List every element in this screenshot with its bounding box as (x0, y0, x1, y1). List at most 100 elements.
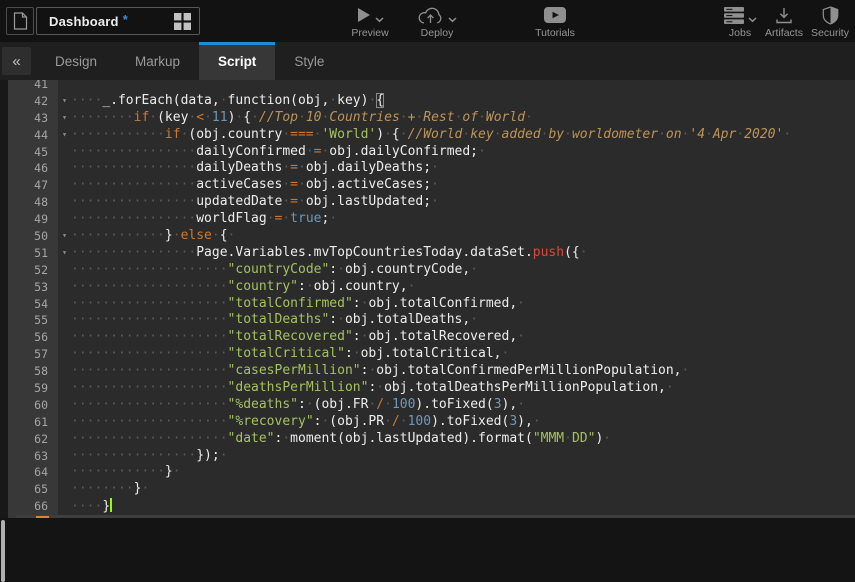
code-text[interactable] (71, 80, 855, 93)
line-number: 64 (8, 464, 58, 481)
fold-arrow-icon[interactable]: ▾ (58, 228, 71, 245)
code-line[interactable]: 50▾············}·else·{· (8, 228, 855, 245)
line-number: 66 (8, 498, 58, 515)
code-line[interactable]: 63················});· (8, 448, 855, 465)
code-text[interactable]: ················dailyDeaths·=·obj.dailyD… (71, 160, 855, 177)
line-number: 61 (8, 414, 58, 431)
code-line[interactable]: 53····················"country":·obj.cou… (8, 279, 855, 296)
code-text[interactable]: ····················"country":·obj.count… (71, 279, 855, 296)
code-line[interactable]: 43▾········if·(key·<·11)·{·//Top·10·Coun… (8, 110, 855, 127)
code-line[interactable]: 45················dailyConfirmed·=·obj.d… (8, 144, 855, 161)
code-text[interactable]: ····················"%recovery":·(obj.PR… (71, 414, 855, 431)
code-line[interactable]: 66 ····} (8, 498, 855, 515)
fold-gutter (58, 144, 71, 161)
code-line[interactable]: 41 (8, 80, 855, 93)
code-line[interactable]: 58····················"casesPerMillion":… (8, 363, 855, 380)
line-number: 46 (8, 160, 58, 177)
code-text[interactable]: ····················"%deaths":·(obj.FR·/… (71, 397, 855, 414)
code-line[interactable]: 48 ················updatedDate·=·obj.last… (8, 194, 855, 211)
code-text[interactable]: ····················"date":·moment(obj.l… (71, 431, 855, 448)
tab-design[interactable]: Design (36, 42, 116, 80)
toolbar-deploy-button[interactable]: Deploy (407, 4, 467, 39)
toolbar-label: Deploy (421, 27, 454, 39)
code-text[interactable]: ················});· (71, 448, 855, 465)
code-line[interactable]: 64 ············}· (8, 464, 855, 481)
code-line[interactable]: 56····················"totalRecovered":·… (8, 329, 855, 346)
code-line[interactable]: 59····················"deathsPerMillion"… (8, 380, 855, 397)
fold-arrow-icon[interactable]: ▾ (58, 127, 71, 144)
toolbar-tutorials-button[interactable]: Tutorials (527, 4, 583, 39)
fold-gutter (58, 346, 71, 363)
code-text[interactable]: ····················"totalDeaths":·obj.t… (71, 312, 855, 329)
unsaved-marker: * (123, 12, 128, 27)
code-line[interactable]: 54····················"totalConfirmed":·… (8, 296, 855, 313)
code-text[interactable]: ········}· (71, 481, 855, 498)
code-line[interactable]: 49 ················worldFlag·=·true;· (8, 211, 855, 228)
cloud-upload-icon (417, 6, 444, 25)
code-line[interactable]: 47················activeCases·=·obj.acti… (8, 177, 855, 194)
dashboard-page-tab[interactable]: Dashboard * (36, 7, 200, 35)
toolbar-label: Artifacts (765, 27, 803, 39)
script-editor[interactable]: 4142▾····_.forEach(data,·function(obj,·k… (8, 80, 855, 518)
app-header: Dashboard * Preview Deploy Tutorials Jobs Ar… (0, 0, 855, 42)
new-file-button[interactable] (6, 7, 34, 35)
code-text[interactable]: ····················"casesPerMillion":·o… (71, 363, 855, 380)
code-text[interactable]: ············if·(obj.country·===·'World')… (71, 127, 855, 144)
toolbar-preview-button[interactable]: Preview (341, 4, 399, 39)
left-scrollbar-thumb[interactable] (1, 520, 5, 582)
code-text[interactable]: ····················"totalCritical":·obj… (71, 346, 855, 363)
toolbar-label: Security (811, 27, 849, 39)
server-icon (724, 7, 744, 24)
fold-gutter (58, 177, 71, 194)
code-text[interactable]: ················updatedDate·=·obj.lastUp… (71, 194, 855, 211)
code-text[interactable]: ····_.forEach(data,·function(obj,·key)·{ (71, 93, 855, 110)
code-line[interactable]: 60····················"%deaths":·(obj.FR… (8, 397, 855, 414)
code-text[interactable]: ············}·else·{· (71, 228, 855, 245)
line-number: 62 (8, 431, 58, 448)
code-line[interactable]: 52····················"countryCode":·obj… (8, 262, 855, 279)
line-number: 41 (8, 80, 58, 93)
code-text[interactable]: ················dailyConfirmed·=·obj.dai… (71, 144, 855, 161)
code-line[interactable]: 51▾················Page.Variables.mvTopC… (8, 245, 855, 262)
code-line[interactable]: 61 ····················"%recovery":·(obj.… (8, 414, 855, 431)
collapse-panel-button[interactable]: « (2, 47, 31, 75)
line-number: 49 (8, 211, 58, 228)
fold-arrow-icon[interactable]: ▾ (58, 245, 71, 262)
code-text[interactable]: ········if·(key·<·11)·{·//Top·10·Countri… (71, 110, 855, 127)
code-line[interactable]: 62 ····················"date":·moment(obj… (8, 431, 855, 448)
chevron-down-icon[interactable] (375, 17, 384, 23)
fold-gutter (58, 498, 71, 515)
code-text[interactable]: ····················"totalRecovered":·ob… (71, 329, 855, 346)
toolbar-label: Preview (351, 27, 388, 39)
text-cursor (110, 498, 112, 512)
code-text[interactable]: ············}· (71, 464, 855, 481)
fold-gutter (58, 312, 71, 329)
toolbar-label: Jobs (729, 27, 751, 39)
tab-style[interactable]: Style (275, 42, 343, 80)
code-text[interactable]: ····················"deathsPerMillion":·… (71, 380, 855, 397)
code-text[interactable]: ················activeCases·=·obj.active… (71, 177, 855, 194)
code-text[interactable]: ················Page.Variables.mvTopCoun… (71, 245, 855, 262)
grid-icon[interactable] (174, 13, 191, 30)
shield-icon (822, 6, 839, 25)
fold-arrow-icon[interactable]: ▾ (58, 93, 71, 110)
code-line[interactable]: 46 ················dailyDeaths·=·obj.dail… (8, 160, 855, 177)
code-line[interactable]: 65········}· (8, 481, 855, 498)
code-line[interactable]: 55····················"totalDeaths":·obj… (8, 312, 855, 329)
chevron-down-icon[interactable] (448, 17, 457, 23)
fold-gutter (58, 279, 71, 296)
line-number: 48 (8, 194, 58, 211)
code-text[interactable]: ····················"totalConfirmed":·ob… (71, 296, 855, 313)
tab-markup[interactable]: Markup (116, 42, 199, 80)
toolbar-security-button[interactable]: Security (804, 4, 855, 39)
fold-gutter (58, 448, 71, 465)
code-text[interactable]: ····················"countryCode":·obj.c… (71, 262, 855, 279)
fold-arrow-icon[interactable]: ▾ (58, 110, 71, 127)
code-text[interactable]: ····} (71, 498, 855, 515)
code-line[interactable]: 57····················"totalCritical":·o… (8, 346, 855, 363)
tab-script[interactable]: Script (199, 42, 275, 80)
code-line[interactable]: 44▾············if·(obj.country·===·'Worl… (8, 127, 855, 144)
code-text[interactable]: ················worldFlag·=·true;· (71, 211, 855, 228)
fold-gutter (58, 80, 71, 93)
code-line[interactable]: 42▾····_.forEach(data,·function(obj,·key… (8, 93, 855, 110)
